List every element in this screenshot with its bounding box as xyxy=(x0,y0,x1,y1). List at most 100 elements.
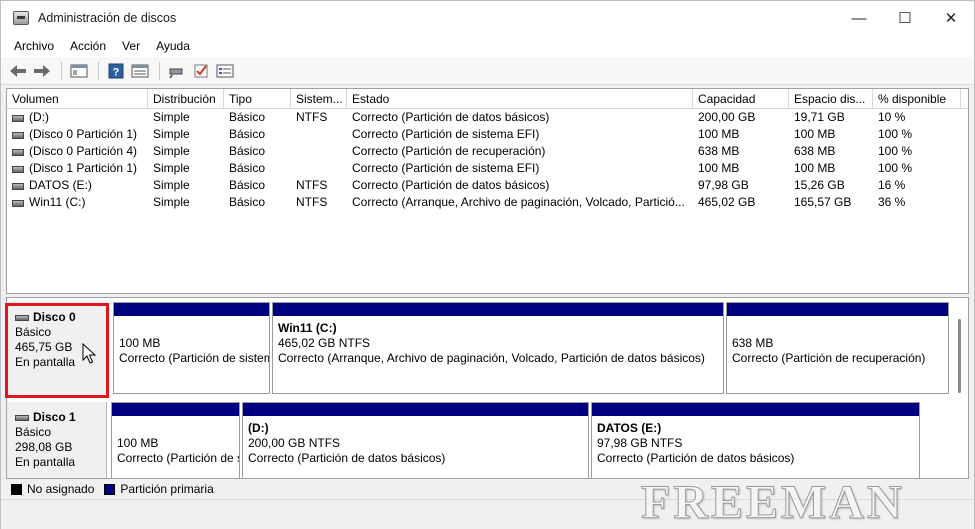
filesystem-cell xyxy=(291,143,347,160)
forward-arrow-icon[interactable] xyxy=(31,61,53,81)
layout-cell: Simple xyxy=(153,195,190,209)
disk-status: En pantalla xyxy=(15,455,76,469)
table-row[interactable]: Win11 (C:) Simple Básico NTFS Correcto (… xyxy=(7,194,968,211)
table-row[interactable]: (Disco 0 Partición 1) Simple Básico Corr… xyxy=(7,126,968,143)
toolbar-separator xyxy=(98,61,99,80)
column-header-distribucion[interactable]: Distribución xyxy=(148,89,224,109)
column-header-espacio[interactable]: Espacio dis... xyxy=(789,89,873,109)
help-icon[interactable]: ? xyxy=(105,61,127,81)
volume-icon xyxy=(12,149,24,156)
volume-cell: Win11 (C:) xyxy=(7,194,148,211)
connect-icon[interactable] xyxy=(166,61,188,81)
partition-disk0-efi[interactable]: 100 MB Correcto (Partición de sistema EF… xyxy=(113,302,270,394)
layout-cell: Simple xyxy=(153,110,190,124)
percent-free-cell: 100 % xyxy=(878,127,913,141)
disk-1-label[interactable]: Disco 1 Básico 298,08 GB En pantalla xyxy=(7,402,107,478)
menu-ver[interactable]: Ver xyxy=(114,39,148,53)
column-header-sistema[interactable]: Sistem... xyxy=(291,89,347,109)
status-cell: Correcto (Arranque, Archivo de paginació… xyxy=(352,195,685,209)
volume-name: DATOS (E:) xyxy=(29,178,92,192)
menu-accion[interactable]: Acción xyxy=(62,39,114,53)
close-button[interactable]: ✕ xyxy=(928,1,974,35)
toolbar: ? xyxy=(1,57,974,85)
type-cell: Básico xyxy=(229,127,266,141)
watermark-text: FREEMAN xyxy=(641,476,905,529)
partition-disk1-d[interactable]: (D:) 200,00 GB NTFS Correcto (Partición … xyxy=(242,402,589,478)
disk-title: Disco 0 xyxy=(15,310,106,325)
volume-icon xyxy=(12,115,24,122)
filesystem-cell: NTFS xyxy=(296,178,328,192)
partition-type-bar xyxy=(114,303,269,316)
maximize-button[interactable]: ☐ xyxy=(882,1,928,35)
column-header-capacidad[interactable]: Capacidad xyxy=(693,89,789,109)
partition-type-bar xyxy=(592,403,919,416)
partition-name: DATOS (E:) xyxy=(597,421,662,435)
column-header-tipo[interactable]: Tipo xyxy=(224,89,291,109)
partition-type-bar xyxy=(243,403,588,416)
capacity-cell: 638 MB xyxy=(698,144,740,158)
menu-archivo[interactable]: Archivo xyxy=(6,39,62,53)
partition-status: Correcto (Partición de sistema EFI) xyxy=(117,451,239,465)
volume-icon xyxy=(12,132,24,139)
menu-bar: Archivo Acción Ver Ayuda xyxy=(1,35,974,57)
free-space-cell: 638 MB xyxy=(794,144,836,158)
disk-row-0: Disco 0 Básico 465,75 GB En pantalla 100… xyxy=(7,302,957,394)
volume-icon xyxy=(12,183,24,190)
legend-primary-partition: Partición primaria xyxy=(120,482,214,496)
partition-info: DATOS (E:) 97,98 GB NTFS Correcto (Parti… xyxy=(592,416,919,466)
disk-name: Disco 0 xyxy=(33,310,76,324)
partition-disk0-win11[interactable]: Win11 (C:) 465,02 GB NTFS Correcto (Arra… xyxy=(272,302,724,394)
disk-icon xyxy=(15,414,29,421)
status-cell: Correcto (Partición de datos básicos) xyxy=(352,110,550,124)
partition-size: 100 MB xyxy=(117,436,159,450)
table-row[interactable]: (Disco 0 Partición 4) Simple Básico Corr… xyxy=(7,143,968,160)
disk-management-icon xyxy=(13,11,29,25)
filesystem-cell: NTFS xyxy=(296,110,328,124)
partition-type-bar xyxy=(112,403,239,416)
title-bar: Administración de discos — ☐ ✕ xyxy=(1,1,974,35)
partition-disk1-datos[interactable]: DATOS (E:) 97,98 GB NTFS Correcto (Parti… xyxy=(591,402,920,478)
filesystem-cell xyxy=(291,160,347,177)
percent-free-cell: 100 % xyxy=(878,144,913,158)
partition-disk0-recovery[interactable]: 638 MB Correcto (Partición de recuperaci… xyxy=(726,302,949,394)
table-row[interactable]: (Disco 1 Partición 1) Simple Básico Corr… xyxy=(7,160,968,177)
menu-ayuda[interactable]: Ayuda xyxy=(148,39,198,53)
percent-free-cell: 16 % xyxy=(878,178,906,192)
free-space-cell: 100 MB xyxy=(794,161,836,175)
disk-pane-scrollbar[interactable] xyxy=(958,319,961,393)
volume-name: (Disco 1 Partición 1) xyxy=(29,161,138,175)
type-cell: Básico xyxy=(229,178,266,192)
partition-status: Correcto (Arranque, Archivo de paginació… xyxy=(278,351,705,365)
partition-size: 638 MB xyxy=(732,336,774,350)
partition-name: (D:) xyxy=(248,421,269,435)
volume-list: Volumen Distribución Tipo Sistem... Esta… xyxy=(6,88,969,294)
partition-disk1-efi[interactable]: 100 MB Correcto (Partición de sistema EF… xyxy=(111,402,240,478)
legend: No asignado Partición primaria xyxy=(11,481,224,497)
disk-management-window: Administración de discos — ☐ ✕ Archivo A… xyxy=(0,0,975,529)
partition-name: Win11 (C:) xyxy=(278,321,337,335)
show-hide-icon[interactable] xyxy=(129,61,151,81)
partition-status: Correcto (Partición de datos básicos) xyxy=(248,451,446,465)
table-row[interactable]: DATOS (E:) Simple Básico NTFS Correcto (… xyxy=(7,177,968,194)
column-header-volumen[interactable]: Volumen xyxy=(7,89,148,109)
minimize-button[interactable]: — xyxy=(836,1,882,35)
volume-icon xyxy=(12,166,24,173)
status-cell: Correcto (Partición de datos básicos) xyxy=(352,178,550,192)
table-row[interactable]: (D:) Simple Básico NTFS Correcto (Partic… xyxy=(7,109,968,126)
free-space-cell: 100 MB xyxy=(794,127,836,141)
capacity-cell: 97,98 GB xyxy=(698,178,749,192)
partition-info: 100 MB Correcto (Partición de sistema EF… xyxy=(112,416,239,466)
back-arrow-icon[interactable] xyxy=(7,61,29,81)
list-icon[interactable] xyxy=(214,61,236,81)
column-header-estado[interactable]: Estado xyxy=(347,89,693,109)
check-icon[interactable] xyxy=(190,61,212,81)
column-header-disponible[interactable]: % disponible xyxy=(873,89,961,109)
partition-size: 200,00 GB NTFS xyxy=(248,436,341,450)
properties-icon[interactable] xyxy=(68,61,90,81)
partition-info: 100 MB Correcto (Partición de sistema EF… xyxy=(114,316,269,366)
volume-icon xyxy=(12,200,24,207)
partition-info: Win11 (C:) 465,02 GB NTFS Correcto (Arra… xyxy=(273,316,723,366)
filesystem-cell xyxy=(291,126,347,143)
type-cell: Básico xyxy=(229,144,266,158)
free-space-cell: 19,71 GB xyxy=(794,110,845,124)
